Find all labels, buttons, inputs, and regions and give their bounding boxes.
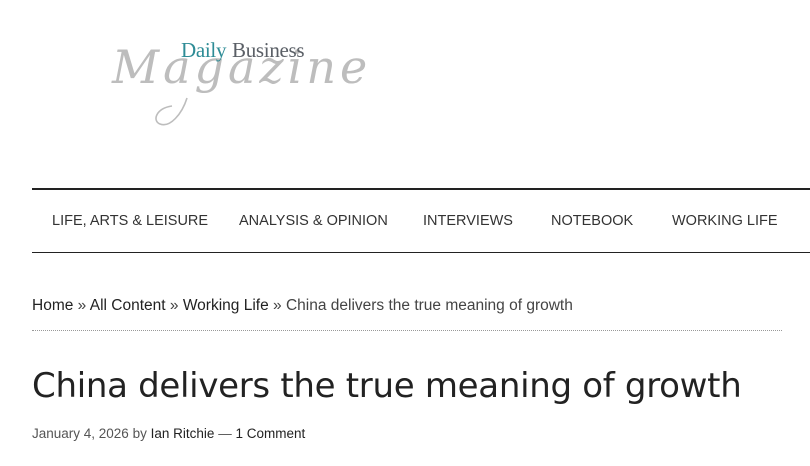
article-comments-link[interactable]: 1 Comment (235, 426, 305, 441)
article-author-link[interactable]: Ian Ritchie (151, 426, 215, 441)
breadcrumb-separator: » (77, 297, 87, 314)
nav-item-notebook[interactable]: NOTEBOOK (551, 190, 633, 253)
article-meta: January 4, 2026 by Ian Ritchie — 1 Comme… (32, 426, 305, 441)
nav-item-interviews[interactable]: INTERVIEWS (423, 190, 513, 253)
breadcrumb-separator: » (273, 297, 282, 314)
meta-dash: — (218, 426, 232, 441)
main-navigation: LIFE, ARTS & LEISURE ANALYSIS & OPINION … (32, 188, 810, 253)
breadcrumb-all-content-link[interactable]: All Content (90, 297, 166, 314)
nav-item-working-life[interactable]: WORKING LIFE (672, 190, 778, 253)
article-title: China delivers the true meaning of growt… (32, 366, 742, 406)
breadcrumb-current: China delivers the true meaning of growt… (285, 297, 573, 314)
logo-swash-icon (155, 97, 188, 126)
article-by: by (132, 426, 147, 441)
nav-item-analysis-opinion[interactable]: ANALYSIS & OPINION (239, 190, 388, 253)
breadcrumb-working-life-link[interactable]: Working Life (183, 297, 269, 314)
breadcrumb-separator: » (169, 297, 179, 314)
breadcrumb-home-link[interactable]: Home (32, 297, 73, 314)
breadcrumb: Home » All Content » Working Life » Chin… (32, 297, 782, 331)
article-date: January 4, 2026 (32, 426, 129, 441)
site-logo[interactable]: Magazine Daily Business (112, 36, 367, 131)
nav-item-life-arts-leisure[interactable]: LIFE, ARTS & LEISURE (52, 190, 208, 253)
